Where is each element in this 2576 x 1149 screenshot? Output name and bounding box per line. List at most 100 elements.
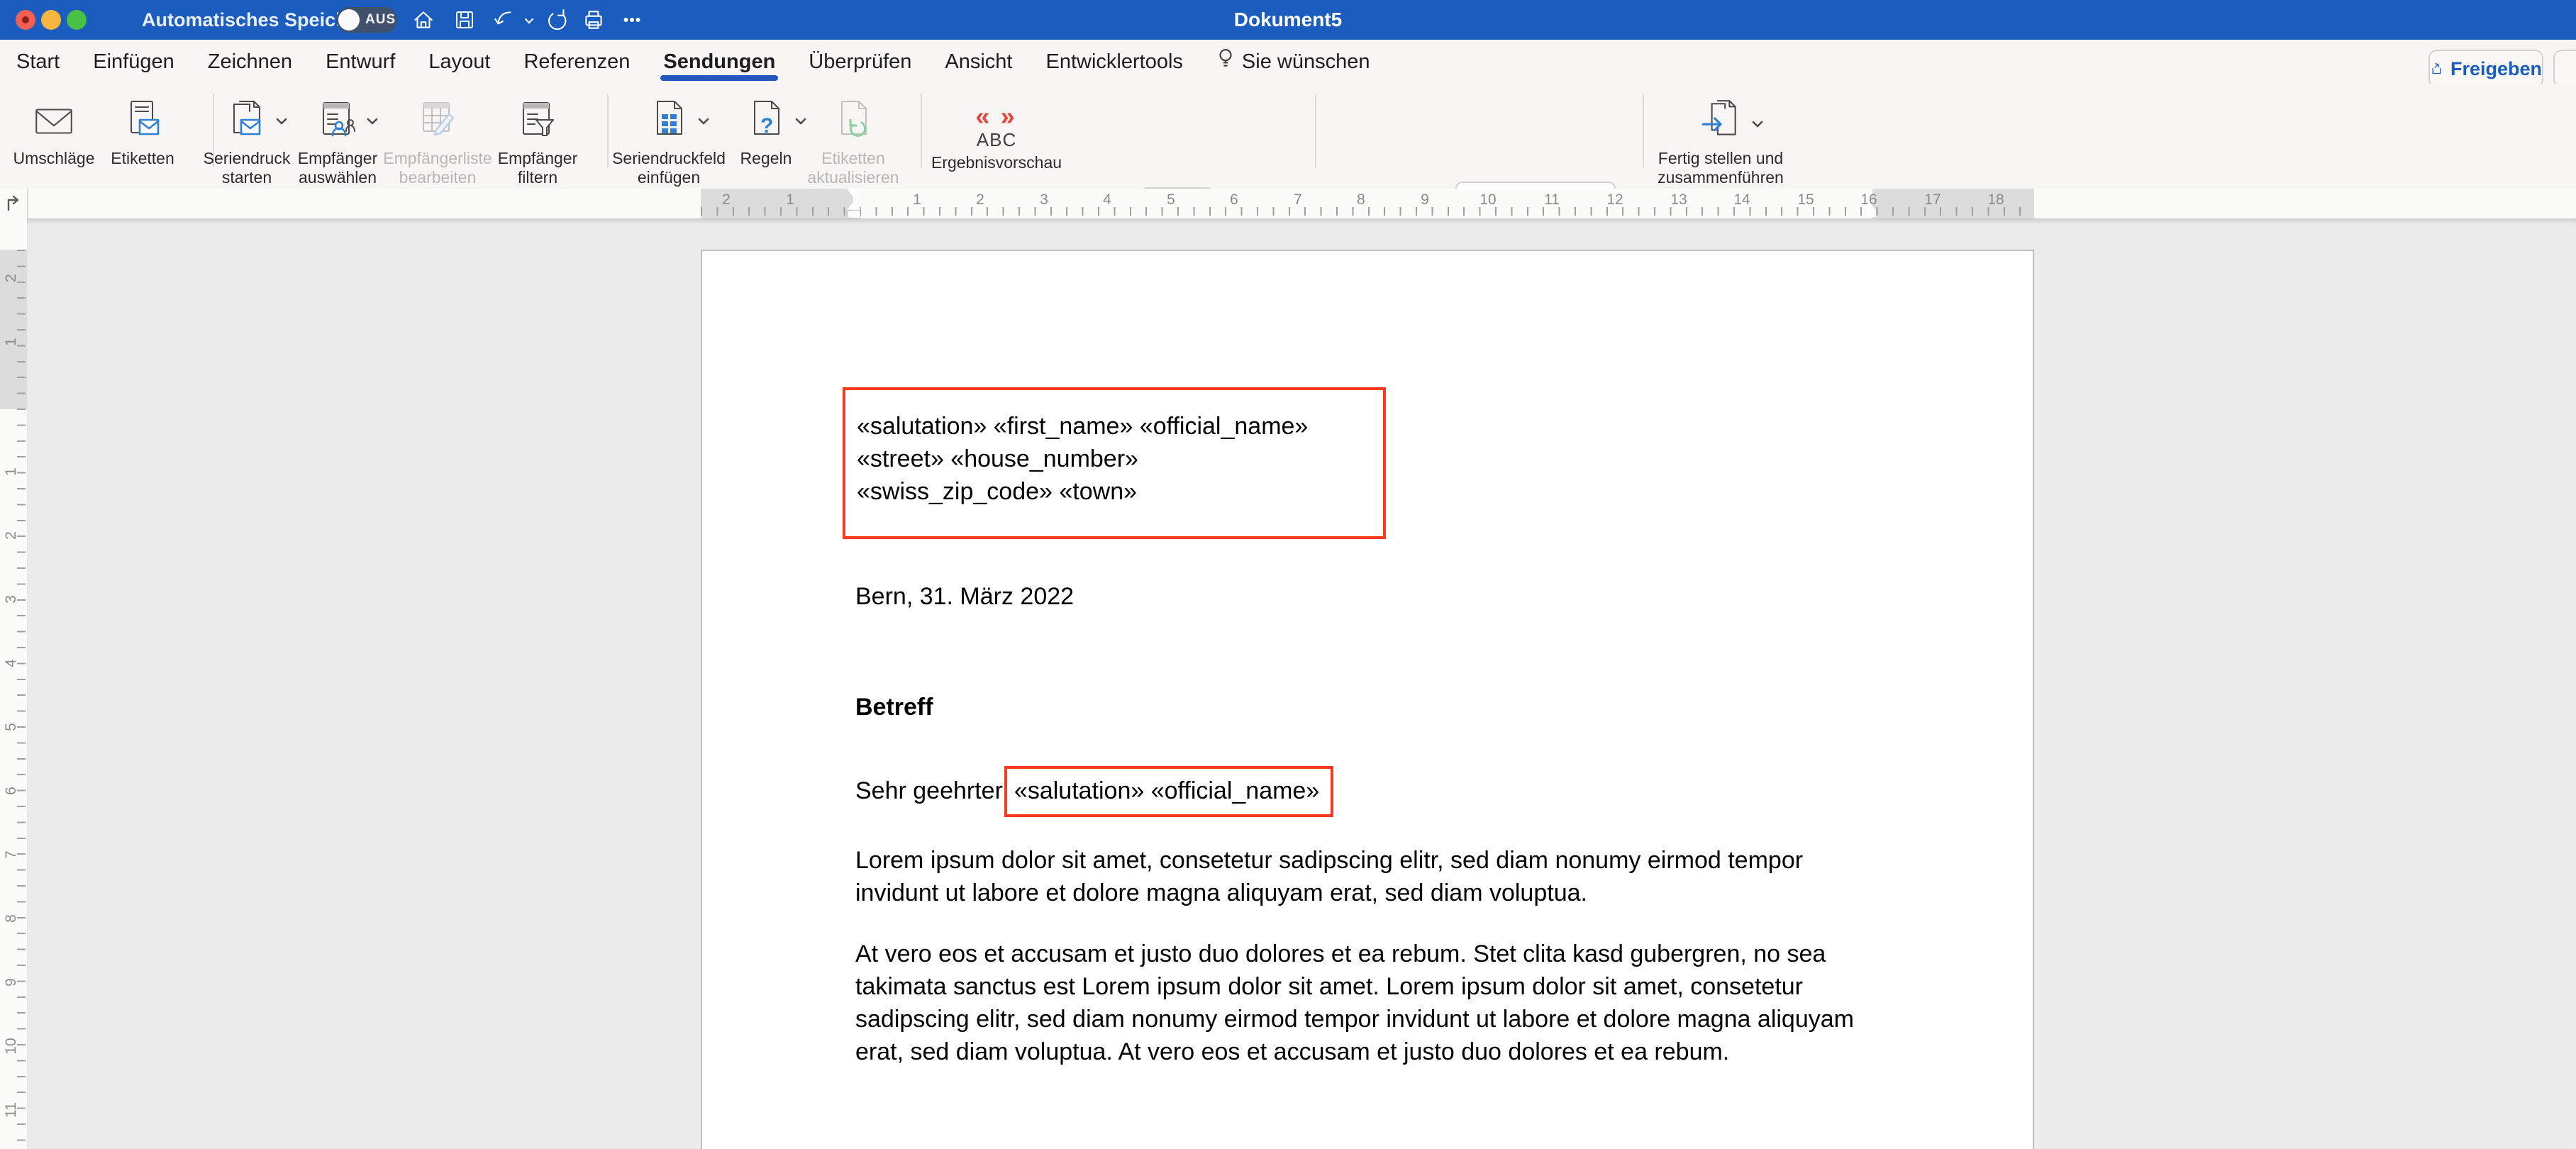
labels-button[interactable]: Etiketten <box>104 92 182 168</box>
redo-icon[interactable] <box>542 4 574 35</box>
start-mail-merge-button[interactable]: Seriendruck starten <box>200 92 294 187</box>
finish-and-merge-icon <box>1697 98 1744 145</box>
comments-button-partial[interactable] <box>2553 50 2576 88</box>
document-canvas[interactable]: «salutation» «first_name» «official_name… <box>27 218 2576 1149</box>
ruler-number: 6 <box>3 777 20 805</box>
close-button[interactable] <box>16 10 35 30</box>
insert-merge-field-button[interactable]: Seriendruckfeld einfügen <box>609 92 729 187</box>
ruler-number: 13 <box>1665 192 1693 209</box>
active-tab-underline <box>660 75 778 81</box>
dropdown-chevron-icon[interactable] <box>366 116 379 129</box>
ruler-number: 1 <box>3 457 20 486</box>
group-separator <box>1315 94 1316 167</box>
update-labels-button: Etiketten aktualisieren <box>800 92 906 187</box>
tab-entwurf[interactable]: Entwurf <box>326 40 395 84</box>
ruler-number: 3 <box>1030 192 1058 209</box>
ruler-number: 18 <box>1982 192 2010 209</box>
tab-start[interactable]: Start <box>16 40 60 84</box>
select-recipients-button[interactable]: Empfänger auswählen <box>291 92 384 187</box>
toggle-knob-icon <box>338 9 360 30</box>
ruler-number: 2 <box>966 192 994 209</box>
tab-stop-selector-icon <box>4 194 23 213</box>
left-indent-marker[interactable] <box>848 211 860 218</box>
horizontal-ruler[interactable]: 2 1 1 2 3 4 5 6 7 8 9 10 11 12 13 14 15 … <box>0 189 2576 220</box>
tab-einfuegen[interactable]: Einfügen <box>93 40 174 84</box>
edit-recipient-list-button: Empfängerliste bearbeiten <box>386 92 489 187</box>
ruler-number: 7 <box>1284 192 1312 209</box>
ruler-number: 1 <box>3 328 20 356</box>
ruler-number: 1 <box>776 192 804 209</box>
ruler-number: 2 <box>3 264 20 292</box>
autosave-state: AUS <box>365 12 396 28</box>
dropdown-chevron-icon[interactable] <box>697 116 710 129</box>
tab-layout[interactable]: Layout <box>428 40 490 84</box>
ruler-number: 2 <box>712 192 740 209</box>
ruler-ticks <box>17 250 26 1149</box>
address-merge-fields[interactable]: «salutation» «first_name» «official_name… <box>857 410 1308 508</box>
ruler-number: 17 <box>1919 192 1947 209</box>
ruler-number: 3 <box>3 585 20 614</box>
ruler-number: 14 <box>1728 192 1756 209</box>
undo-icon[interactable] <box>488 4 521 35</box>
autosave-toggle[interactable]: AUS <box>336 7 397 33</box>
ruler-number: 4 <box>3 649 20 677</box>
finish-and-merge-button[interactable]: Fertig stellen und zusammenführen <box>1628 92 1813 187</box>
envelope-icon <box>30 98 77 145</box>
rules-icon: ? <box>743 98 789 145</box>
tab-ansicht[interactable]: Ansicht <box>945 40 1012 84</box>
tab-entwicklertools[interactable]: Entwicklertools <box>1046 40 1183 84</box>
ruler-number: 8 <box>1347 192 1375 209</box>
minimize-button[interactable] <box>41 10 61 30</box>
salutation-line[interactable]: Sehr geehrter «salutation» «official_nam… <box>855 766 1333 817</box>
tab-sendungen[interactable]: Sendungen <box>663 40 775 84</box>
filter-recipients-icon <box>515 98 560 145</box>
ruler-number: 2 <box>3 521 20 550</box>
body-paragraph-2[interactable]: At vero eos et accusam et justo duo dolo… <box>855 938 1897 1068</box>
tab-sie-wuenschen[interactable]: Sie wünschen <box>1216 40 1370 84</box>
tab-referenzen[interactable]: Referenzen <box>523 40 630 84</box>
subject-line[interactable]: Betreff <box>855 691 933 723</box>
body-paragraph-1[interactable]: Lorem ipsum dolor sit amet, consetetur s… <box>855 844 1891 909</box>
ruler-number: 9 <box>3 968 20 997</box>
filter-recipients-button[interactable]: Empfänger filtern <box>491 92 584 187</box>
ruler-number: 12 <box>1601 192 1629 209</box>
salutation-merge-field-box[interactable]: «salutation» «official_name» <box>1004 766 1333 817</box>
home-icon[interactable] <box>407 4 440 35</box>
undo-chevron-icon[interactable] <box>522 16 536 27</box>
envelopes-button[interactable]: Umschläge <box>6 92 102 168</box>
rules-button[interactable]: ? Regeln <box>732 92 800 168</box>
date-line[interactable]: Bern, 31. März 2022 <box>855 580 1074 613</box>
title-bar: Dokument5 Automatisches Speichern AUS <box>0 0 2576 40</box>
save-icon[interactable] <box>448 4 481 35</box>
share-button[interactable]: Freigeben <box>2428 50 2543 88</box>
more-icon[interactable] <box>616 4 648 35</box>
vertical-ruler[interactable]: 2 1 1 2 3 4 5 6 7 8 9 10 11 <box>0 218 28 1149</box>
ruler-number: 9 <box>1411 192 1439 209</box>
salutation-prefix: Sehr geehrter <box>855 775 1003 807</box>
group-separator <box>921 94 922 167</box>
tab-zeichnen[interactable]: Zeichnen <box>208 40 292 84</box>
ruler-number: 4 <box>1093 192 1121 209</box>
ruler-number: 11 <box>1538 192 1566 209</box>
svg-text:?: ? <box>760 114 773 138</box>
ruler-number: 7 <box>3 840 20 869</box>
ribbon-tabs: Start Einfügen Zeichnen Entwurf Layout R… <box>16 40 1370 84</box>
ribbon: Umschläge Etiketten Seriendruck starten <box>0 84 2576 190</box>
print-icon[interactable] <box>577 4 610 35</box>
ruler-number: 6 <box>1220 192 1248 209</box>
results-preview-icon: « »ABC <box>975 104 1017 149</box>
ruler-number: 11 <box>3 1096 20 1124</box>
document-page[interactable]: «salutation» «first_name» «official_name… <box>701 250 2034 1149</box>
preview-results-button[interactable]: « »ABC Ergebnisvorschau <box>929 96 1064 172</box>
insert-merge-field-icon <box>646 98 692 145</box>
dropdown-chevron-icon[interactable] <box>275 116 288 129</box>
ribbon-tab-row: Start Einfügen Zeichnen Entwurf Layout R… <box>0 40 2576 84</box>
dropdown-chevron-icon[interactable] <box>1751 119 1764 132</box>
zoom-button[interactable] <box>67 10 87 30</box>
tab-stop-selector[interactable] <box>0 189 28 218</box>
ruler-number: 15 <box>1792 192 1820 209</box>
ruler-number: 8 <box>3 904 20 933</box>
share-icon <box>2430 58 2443 79</box>
ruler-number: 10 <box>1474 192 1502 209</box>
tab-ueberpruefen[interactable]: Überprüfen <box>809 40 911 84</box>
